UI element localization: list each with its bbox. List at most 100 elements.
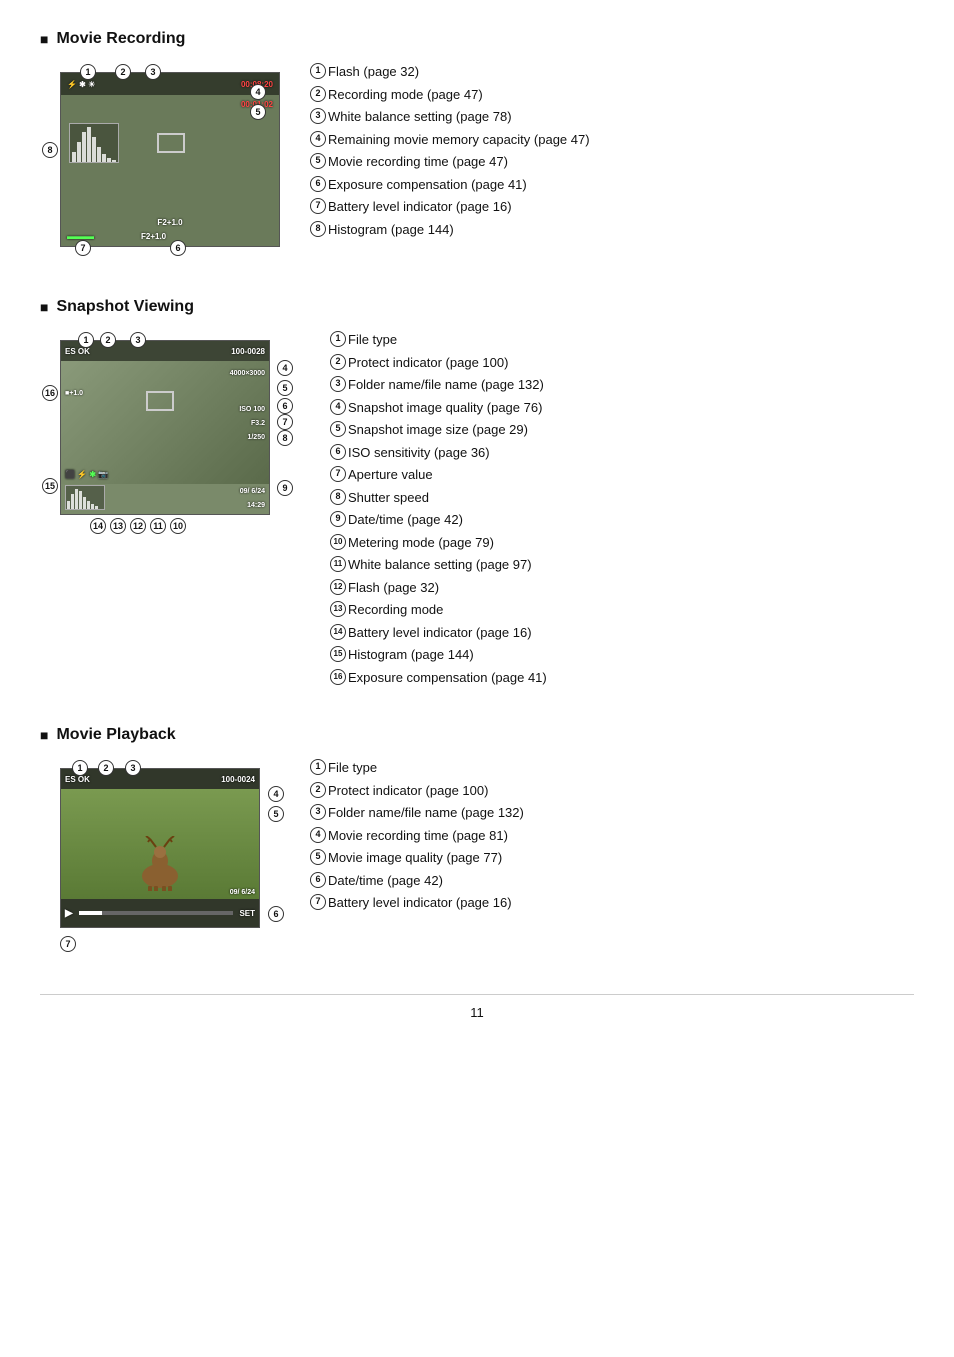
item-num: 8	[330, 489, 346, 505]
list-item: 12 Flash (page 32)	[330, 578, 547, 598]
item-num: 4	[330, 399, 346, 415]
item-num: 5	[310, 849, 326, 865]
item-text: Battery level indicator (page 16)	[348, 623, 547, 643]
list-item: 6 Date/time (page 42)	[310, 871, 524, 891]
list-item: 4 Movie recording time (page 81)	[310, 826, 524, 846]
label-7-snap: 7	[277, 414, 293, 430]
item-num: 5	[330, 421, 346, 437]
label-13-snap: 13	[110, 518, 126, 534]
list-item: 13 Recording mode	[330, 600, 547, 620]
item-num: 6	[310, 872, 326, 888]
list-item: 2 Protect indicator (page 100)	[330, 353, 547, 373]
label-8-snap: 8	[277, 430, 293, 446]
item-num: 2	[310, 782, 326, 798]
item-text: Flash (page 32)	[348, 578, 547, 598]
list-item: 5 Movie image quality (page 77)	[310, 848, 524, 868]
item-num: 4	[310, 827, 326, 843]
item-text: Remaining movie memory capacity (page 47…	[328, 130, 590, 150]
movie-recording-body: ⚡ ✱ ☀ 00:08:20 00:01:02	[40, 62, 914, 262]
list-item: 7 Battery level indicator (page 16)	[310, 197, 590, 217]
item-text: Exposure compensation (page 41)	[348, 668, 547, 688]
movie-playback-screen: ES OK 100-0024 00:00:20 STD	[60, 768, 260, 928]
item-num: 1	[310, 63, 326, 79]
item-text: Protect indicator (page 100)	[328, 781, 524, 801]
label-5-play: 5	[268, 806, 284, 822]
item-num: 1	[330, 331, 346, 347]
movie-recording-section: Movie Recording ⚡ ✱ ☀ 00:08:20 00:01:02	[40, 30, 914, 262]
list-item: 4 Snapshot image quality (page 76)	[330, 398, 547, 418]
item-num: 6	[310, 176, 326, 192]
label-16-snap: 16	[42, 385, 58, 401]
item-text: White balance setting (page 78)	[328, 107, 590, 127]
label-1-snap: 1	[78, 332, 94, 348]
item-num: 3	[310, 804, 326, 820]
movie-playback-title: Movie Playback	[40, 726, 914, 744]
label-5-movie-rec: 5	[250, 104, 266, 120]
list-item: 10 Metering mode (page 79)	[330, 533, 547, 553]
snapshot-viewing-section: Snapshot Viewing ES OK 100-0028	[40, 298, 914, 690]
item-num: 4	[310, 131, 326, 147]
list-item: 5 Snapshot image size (page 29)	[330, 420, 547, 440]
item-text: Aperture value	[348, 465, 547, 485]
list-item: 2 Recording mode (page 47)	[310, 85, 590, 105]
item-num: 16	[330, 669, 346, 685]
item-text: Battery level indicator (page 16)	[328, 893, 524, 913]
list-item: 6 Exposure compensation (page 41)	[310, 175, 590, 195]
list-item: 2 Protect indicator (page 100)	[310, 781, 524, 801]
label-1-movie-rec: 1	[80, 64, 96, 80]
movie-recording-screen-container: ⚡ ✱ ☀ 00:08:20 00:01:02	[40, 62, 280, 262]
item-text: Exposure compensation (page 41)	[328, 175, 590, 195]
movie-playback-screen-container: ES OK 100-0024 00:00:20 STD	[40, 758, 280, 958]
label-4-snap: 4	[277, 360, 293, 376]
item-num: 9	[330, 511, 346, 527]
movie-playback-info-list: 1 File type 2 Protect indicator (page 10…	[310, 758, 524, 916]
item-num: 11	[330, 556, 346, 572]
movie-recording-screen: ⚡ ✱ ☀ 00:08:20 00:01:02	[60, 72, 280, 247]
item-text: Date/time (page 42)	[348, 510, 547, 530]
label-3-play: 3	[125, 760, 141, 776]
list-item: 9 Date/time (page 42)	[330, 510, 547, 530]
item-text: White balance setting (page 97)	[348, 555, 547, 575]
label-3-movie-rec: 3	[145, 64, 161, 80]
movie-playback-section: Movie Playback ES OK 100-0024 00:00:20	[40, 726, 914, 958]
item-text: Movie recording time (page 81)	[328, 826, 524, 846]
list-item: 3 Folder name/file name (page 132)	[310, 803, 524, 823]
snapshot-viewing-info-list: 1 File type 2 Protect indicator (page 10…	[330, 330, 547, 690]
item-text: File type	[328, 758, 524, 778]
item-text: Movie recording time (page 47)	[328, 152, 590, 172]
item-text: ISO sensitivity (page 36)	[348, 443, 547, 463]
item-num: 7	[330, 466, 346, 482]
item-num: 13	[330, 601, 346, 617]
item-num: 3	[310, 108, 326, 124]
list-item: 3 Folder name/file name (page 132)	[330, 375, 547, 395]
item-num: 5	[310, 153, 326, 169]
label-9-snap: 9	[277, 480, 293, 496]
label-4-movie-rec: 4	[250, 84, 266, 100]
item-text: Metering mode (page 79)	[348, 533, 547, 553]
movie-recording-info-list: 1 Flash (page 32) 2 Recording mode (page…	[310, 62, 590, 242]
item-text: Snapshot image size (page 29)	[348, 420, 547, 440]
item-text: Folder name/file name (page 132)	[328, 803, 524, 823]
list-item: 11 White balance setting (page 97)	[330, 555, 547, 575]
list-item: 5 Movie recording time (page 47)	[310, 152, 590, 172]
item-text: Folder name/file name (page 132)	[348, 375, 547, 395]
item-text: Recording mode (page 47)	[328, 85, 590, 105]
item-text: Snapshot image quality (page 76)	[348, 398, 547, 418]
movie-playback-body: ES OK 100-0024 00:00:20 STD	[40, 758, 914, 958]
item-num: 14	[330, 624, 346, 640]
item-num: 2	[310, 86, 326, 102]
item-text: Battery level indicator (page 16)	[328, 197, 590, 217]
label-2-snap: 2	[100, 332, 116, 348]
label-11-snap: 11	[150, 518, 166, 534]
item-num: 15	[330, 646, 346, 662]
list-item: 16 Exposure compensation (page 41)	[330, 668, 547, 688]
label-15-snap: 15	[42, 478, 58, 494]
item-text: Protect indicator (page 100)	[348, 353, 547, 373]
label-6-play: 6	[268, 906, 284, 922]
label-12-snap: 12	[130, 518, 146, 534]
item-num: 1	[310, 759, 326, 775]
list-item: 8 Shutter speed	[330, 488, 547, 508]
label-7-play: 7	[60, 936, 76, 952]
list-item: 15 Histogram (page 144)	[330, 645, 547, 665]
item-text: Shutter speed	[348, 488, 547, 508]
